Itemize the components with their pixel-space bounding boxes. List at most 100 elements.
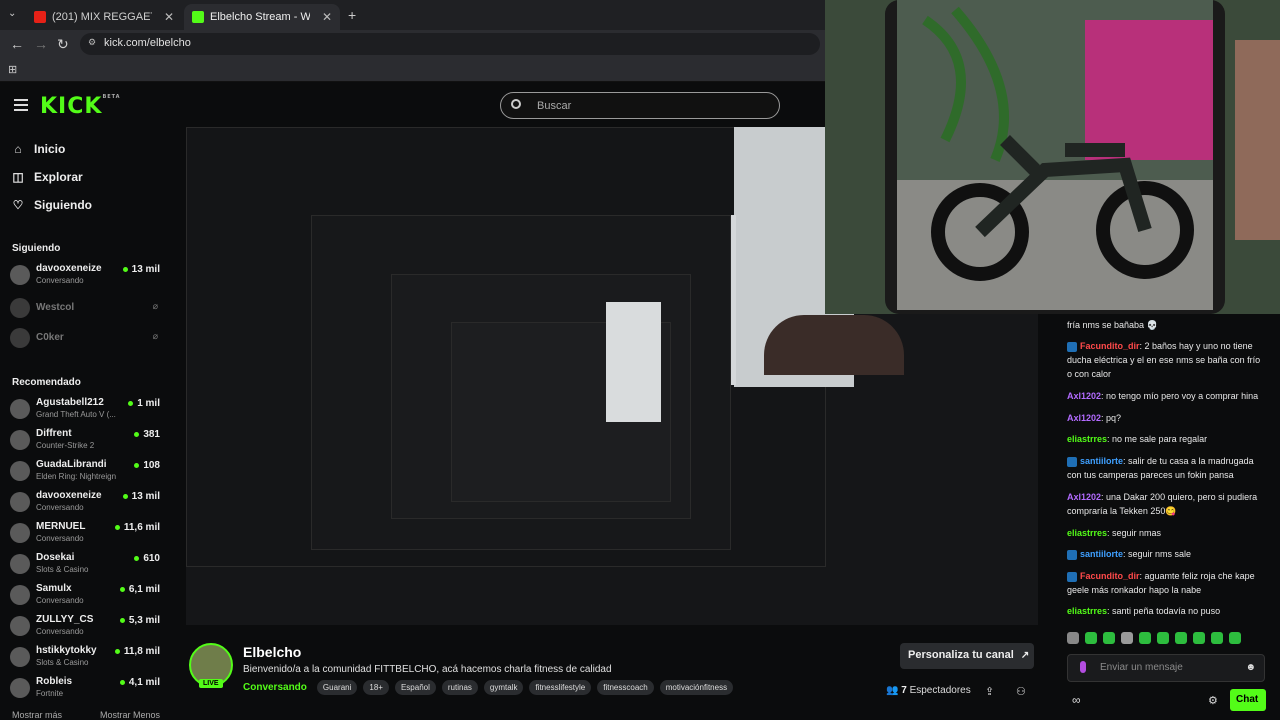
recommended-channel[interactable]: davooxeneize Conversando 13 mil bbox=[10, 490, 160, 518]
avatar bbox=[10, 265, 30, 285]
browser-tab-reggaeton[interactable]: (201) MIX REGGAETON 202 ✕ bbox=[26, 4, 182, 30]
chat-username[interactable]: Facundito_dir bbox=[1080, 571, 1140, 581]
emote-icon[interactable] bbox=[1121, 632, 1133, 644]
points-icon[interactable]: ∞ bbox=[1072, 693, 1081, 707]
tag[interactable]: fitnesslifestyle bbox=[529, 680, 592, 695]
channel-category: Conversando bbox=[36, 503, 84, 512]
emote-icon[interactable] bbox=[1157, 632, 1169, 644]
avatar bbox=[10, 647, 30, 667]
tag[interactable]: Guarani bbox=[316, 680, 358, 695]
share-icon[interactable]: ⇪ bbox=[985, 685, 994, 698]
chat-message: Facundito_dir: aguamte feliz roja che ka… bbox=[1067, 569, 1267, 597]
recommended-channel[interactable]: Robleis Fortnite 4,1 mil bbox=[10, 676, 160, 704]
customize-channel-button[interactable]: Personaliza tu canal ↗ bbox=[900, 643, 1034, 669]
apps-grid-icon[interactable]: ⊞ bbox=[8, 63, 17, 76]
tab-title: Elbelcho Stream - Watch Li bbox=[210, 11, 310, 23]
forward-arrow-icon[interactable]: → bbox=[34, 36, 48, 52]
settings-gear-icon[interactable]: ⚙ bbox=[1208, 694, 1218, 707]
chat-username[interactable]: Axl1202 bbox=[1067, 492, 1101, 502]
tag[interactable]: Español bbox=[394, 680, 436, 695]
chat-message: santiilorte: seguir nms sale bbox=[1067, 547, 1267, 561]
follow-user-icon[interactable]: ⚇ bbox=[1016, 685, 1026, 698]
tag[interactable]: fitnesscoach bbox=[597, 680, 654, 695]
send-chat-button[interactable]: Chat bbox=[1230, 689, 1266, 711]
category-link[interactable]: Conversando bbox=[243, 682, 307, 693]
emote-icon[interactable] bbox=[1211, 632, 1223, 644]
microphone-icon[interactable] bbox=[1080, 661, 1086, 673]
external-link-icon: ↗ bbox=[1020, 650, 1030, 661]
emoji-icon[interactable]: ☻ bbox=[1245, 662, 1256, 673]
recommended-channel[interactable]: ZULLYY_CS Conversando 5,3 mil bbox=[10, 614, 160, 642]
channel-category: Grand Theft Auto V (... bbox=[36, 410, 116, 419]
close-icon[interactable]: ✕ bbox=[322, 10, 332, 24]
chat-input[interactable]: Enviar un mensaje ☻ bbox=[1067, 654, 1265, 682]
viewer-count: 381 bbox=[134, 429, 160, 440]
chat-username[interactable]: eliastrres bbox=[1067, 434, 1107, 444]
viewer-count: 6,1 mil bbox=[120, 584, 160, 595]
tab-list-button[interactable]: ⌄ bbox=[8, 8, 16, 19]
show-less-link[interactable]: Mostrar Menos bbox=[100, 710, 160, 720]
avatar bbox=[10, 399, 30, 419]
chat-text: : no tengo mío pero voy a comprar hina bbox=[1101, 391, 1259, 401]
tag[interactable]: 18+ bbox=[363, 680, 389, 695]
recommended-channel[interactable]: Diffrent Counter-Strike 2 381 bbox=[10, 428, 160, 456]
chat-username[interactable]: santiilorte bbox=[1080, 549, 1123, 559]
chat-username[interactable]: eliastrres bbox=[1067, 528, 1107, 538]
channel-name: hstikkytokky bbox=[36, 645, 97, 656]
recommended-channel[interactable]: hstikkytokky Slots & Casino 11,8 mil bbox=[10, 645, 160, 673]
site-info-icon[interactable]: ⚙ bbox=[88, 37, 96, 48]
nav-siguiendo[interactable]: ♡ Siguiendo bbox=[12, 198, 92, 212]
show-more-link[interactable]: Mostrar más bbox=[12, 710, 62, 720]
recommended-channel[interactable]: Agustabell212 Grand Theft Auto V (... 1 mi… bbox=[10, 397, 160, 425]
chat-username[interactable]: Axl1202 bbox=[1067, 413, 1101, 423]
viewers-icon: 👥 bbox=[886, 685, 899, 696]
close-icon[interactable]: ✕ bbox=[164, 10, 174, 24]
browser-tab-kick[interactable]: Elbelcho Stream - Watch Li ✕ bbox=[184, 4, 340, 30]
recommended-section-title: Recomendado bbox=[12, 377, 81, 388]
channel-category: Slots & Casino bbox=[36, 565, 89, 574]
viewer-count: 610 bbox=[134, 553, 160, 564]
chat-text: fría nms se bañaba 💀 bbox=[1067, 320, 1158, 330]
emote-icon[interactable] bbox=[1229, 632, 1241, 644]
recommended-channel[interactable]: MERNUEL Conversando 11,6 mil bbox=[10, 521, 160, 549]
recommended-channel[interactable]: Samulx Conversando 6,1 mil bbox=[10, 583, 160, 611]
recommended-channel[interactable]: Dosekai Slots & Casino 610 bbox=[10, 552, 160, 580]
back-arrow-icon[interactable]: ← bbox=[10, 36, 24, 52]
emote-icon[interactable] bbox=[1175, 632, 1187, 644]
channel-name[interactable]: Elbelcho bbox=[243, 644, 301, 660]
chat-text: : seguir nmas bbox=[1107, 528, 1162, 538]
nav-explorar[interactable]: ◫ Explorar bbox=[12, 170, 82, 184]
search-placeholder: Buscar bbox=[537, 100, 572, 112]
chat-message: Axl1202: una Dakar 200 quiero, pero si p… bbox=[1067, 490, 1267, 518]
chat-username[interactable]: Axl1202 bbox=[1067, 391, 1101, 401]
channel-category: Slots & Casino bbox=[36, 658, 89, 667]
nav-inicio[interactable]: ⌂ Inicio bbox=[12, 142, 65, 156]
chat-message: Axl1202: pq? bbox=[1067, 411, 1267, 425]
emote-icon[interactable] bbox=[1085, 632, 1097, 644]
emote-icon[interactable] bbox=[1067, 632, 1079, 644]
tag[interactable]: motivaciónfitness bbox=[659, 680, 734, 695]
tag[interactable]: gymtalk bbox=[483, 680, 524, 695]
channel-name: Robleis bbox=[36, 676, 73, 687]
channel-name: Samulx bbox=[36, 583, 72, 594]
search-input[interactable]: Buscar bbox=[500, 92, 780, 119]
chat-username[interactable]: Facundito_dir bbox=[1080, 341, 1140, 351]
kick-logo[interactable]: KICKBETA bbox=[40, 94, 121, 119]
chat-username[interactable]: santiilorte bbox=[1080, 456, 1123, 466]
menu-icon[interactable] bbox=[14, 99, 28, 111]
following-channel[interactable]: Westcol ⌀ bbox=[10, 296, 160, 324]
recommended-channel[interactable]: GuadaLibrandi Elden Ring: Nightreign 108 bbox=[10, 459, 160, 487]
chat-username[interactable]: eliastrres bbox=[1067, 606, 1107, 616]
following-channel[interactable]: C0ker ⌀ bbox=[10, 326, 160, 354]
emote-icon[interactable] bbox=[1193, 632, 1205, 644]
chat-text: : pq? bbox=[1101, 413, 1122, 423]
channel-name: MERNUEL bbox=[36, 521, 86, 532]
following-channel[interactable]: davooxeneize Conversando 13 mil bbox=[10, 263, 160, 291]
channel-category: Elden Ring: Nightreign bbox=[36, 472, 117, 481]
emote-icon[interactable] bbox=[1103, 632, 1115, 644]
new-tab-button[interactable]: + bbox=[348, 7, 356, 23]
tag[interactable]: rutinas bbox=[441, 680, 478, 695]
emote-icon[interactable] bbox=[1139, 632, 1151, 644]
reload-icon[interactable]: ↻ bbox=[57, 36, 69, 53]
address-bar[interactable]: ⚙ kick.com/elbelcho bbox=[80, 33, 820, 55]
